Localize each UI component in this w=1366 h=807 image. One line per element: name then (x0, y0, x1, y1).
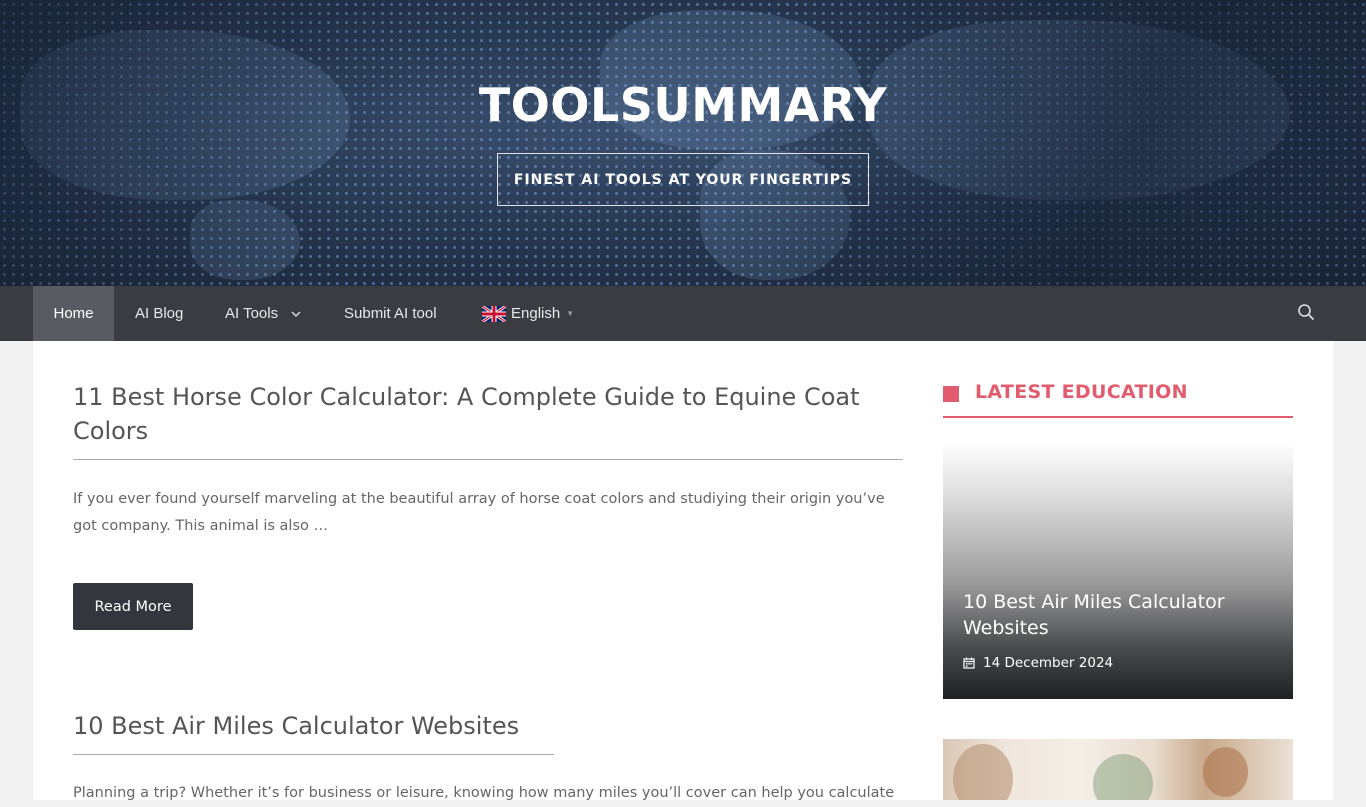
nav-item-home[interactable]: Home (33, 286, 114, 341)
chevron-down-icon (291, 311, 301, 317)
post-excerpt: Planning a trip? Whether it’s for busine… (73, 785, 895, 801)
post-title[interactable]: 11 Best Horse Color Calculator: A Comple… (73, 380, 903, 448)
nav-item-ai-tools[interactable]: AI Tools (225, 286, 301, 341)
widget-title: LATEST EDUCATION (975, 381, 1188, 403)
education-post-image[interactable] (943, 739, 1293, 800)
calendar-icon (963, 657, 975, 669)
caret-down-icon: ▼ (566, 309, 575, 318)
divider (73, 459, 903, 460)
education-post-date: 14 December 2024 (963, 655, 1113, 671)
date-text: 14 December 2024 (983, 655, 1114, 671)
read-more-button[interactable]: Read More (73, 583, 193, 630)
divider (73, 754, 554, 755)
main-navigation: Home AI Blog AI Tools Submit AI tool Eng… (0, 286, 1366, 341)
site-title[interactable]: TOOLSUMMARY (0, 78, 1366, 132)
language-label: English (511, 305, 561, 322)
education-post-title[interactable]: 10 Best Air Miles Calculator Websites (963, 589, 1283, 641)
post-excerpt: If you ever found yourself marveling at … (73, 491, 885, 534)
site-header: TOOLSUMMARY FINEST AI TOOLS AT YOUR FING… (0, 0, 1366, 286)
language-switcher[interactable]: English ▼ (482, 286, 574, 341)
square-icon (943, 386, 959, 402)
post-title[interactable]: 10 Best Air Miles Calculator Websites (73, 709, 573, 743)
nav-item-label: Home (53, 305, 94, 322)
nav-item-ai-blog[interactable]: AI Blog (135, 286, 183, 341)
site-tagline: FINEST AI TOOLS AT YOUR FINGERTIPS (497, 153, 869, 206)
nav-item-label: AI Tools (225, 305, 279, 322)
nav-item-label: Submit AI tool (344, 305, 437, 322)
nav-item-submit-ai-tool[interactable]: Submit AI tool (344, 286, 437, 341)
nav-item-label: AI Blog (135, 305, 184, 322)
latest-education-widget-header: LATEST EDUCATION (943, 381, 1293, 418)
search-icon[interactable] (1297, 303, 1315, 321)
uk-flag-icon (482, 305, 506, 322)
education-post-card[interactable]: 10 Best Air Miles Calculator Websites 14… (943, 441, 1293, 699)
